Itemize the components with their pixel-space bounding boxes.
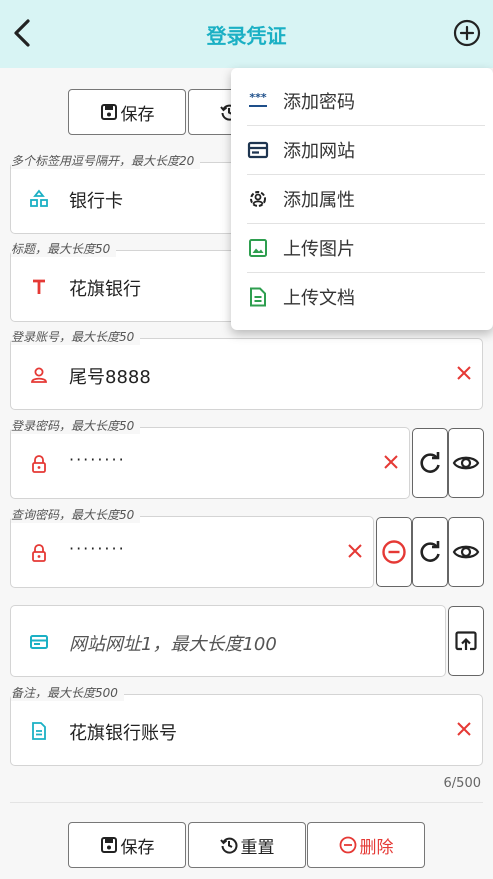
refresh-icon [420,452,440,473]
menu-item-label: 添加属性 [283,190,355,211]
login-password-field[interactable]: 登录密码，最大长度50 ········ [10,418,410,499]
minus-circle-icon [339,836,356,854]
image-icon [249,239,267,257]
note-counter: 6/500 [443,776,481,791]
minus-circle-icon [382,540,406,564]
tags-value: 银行卡 [69,191,123,212]
remove-field-button[interactable] [376,517,412,587]
account-value: 尾号8888 [69,367,151,388]
open-website-button[interactable] [448,606,484,676]
attribute-icon [250,191,266,207]
menu-item-upload-image[interactable]: 上传图片 [231,223,493,272]
website-icon [30,635,48,649]
tags-label: 多个标签用逗号隔开，最大长度20 [11,153,201,169]
login-password-label: 登录密码，最大长度50 [11,418,141,434]
note-value: 花旗银行账号 [69,723,177,744]
save-button-top[interactable]: 保存 [68,89,186,135]
history-icon [219,837,237,854]
generate-password-button[interactable] [412,428,448,498]
page-title: 登录凭证 [206,24,287,48]
password-icon: *** [249,91,267,107]
website-field[interactable]: 网站网址1，最大长度100 [10,605,446,677]
delete-button[interactable]: 删除 [307,822,425,868]
clear-icon[interactable] [454,719,474,739]
menu-item-label: 添加网站 [283,141,355,162]
add-circle-icon[interactable] [453,19,481,47]
clear-icon[interactable] [454,363,474,383]
delete-label: 删除 [359,837,394,858]
website-input: 网站网址1，最大长度100 [69,634,277,655]
show-password-button[interactable] [448,517,484,587]
note-label: 备注，最大长度500 [11,685,124,701]
eye-icon [452,456,480,470]
menu-item-label: 添加密码 [283,92,355,113]
menu-item-label: 上传图片 [283,239,355,260]
save-label: 保存 [120,104,155,125]
app-bar: 登录凭证 [0,0,493,68]
note-field[interactable]: 备注，最大长度500 花旗银行账号 [10,685,483,766]
tags-icon [30,189,48,207]
document-icon [32,722,46,740]
title-value: 花旗银行 [69,279,141,300]
save-icon [100,104,117,120]
lock-icon [32,544,46,562]
clear-icon[interactable] [345,541,365,561]
svg-text:***: *** [249,91,267,104]
menu-item-add-password[interactable]: *** 添加密码 [231,76,493,125]
menu-item-upload-document[interactable]: 上传文档 [231,272,493,321]
save-label: 保存 [120,837,155,858]
eye-icon [452,545,480,559]
website-icon [247,141,269,159]
save-button[interactable]: 保存 [68,822,186,868]
open-in-browser-icon [455,631,477,651]
title-icon [33,279,45,294]
clear-icon[interactable] [381,452,401,472]
lock-icon [32,455,46,473]
query-password-value: ········ [69,539,126,558]
account-field[interactable]: 登录账号，最大长度50 尾号8888 [10,329,483,410]
menu-item-label: 上传文档 [283,288,355,309]
query-password-field[interactable]: 查询密码，最大长度50 ········ [10,507,374,588]
refresh-icon [420,541,440,562]
reset-label: 重置 [240,837,275,858]
generate-password-button[interactable] [412,517,448,587]
show-password-button[interactable] [448,428,484,498]
user-icon [31,367,47,383]
save-icon [100,837,117,853]
add-menu: *** 添加密码 添加网站 添加属性 上传图片 上传文档 [231,68,493,330]
reset-button[interactable]: 重置 [188,822,306,868]
menu-item-add-attribute[interactable]: 添加属性 [231,174,493,223]
query-password-label: 查询密码，最大长度50 [11,507,141,523]
menu-item-add-website[interactable]: 添加网站 [231,125,493,174]
login-password-value: ········ [69,450,126,469]
account-label: 登录账号，最大长度50 [11,329,141,345]
title-label: 标题，最大长度50 [11,241,117,257]
divider [10,802,483,803]
document-icon [250,287,266,307]
